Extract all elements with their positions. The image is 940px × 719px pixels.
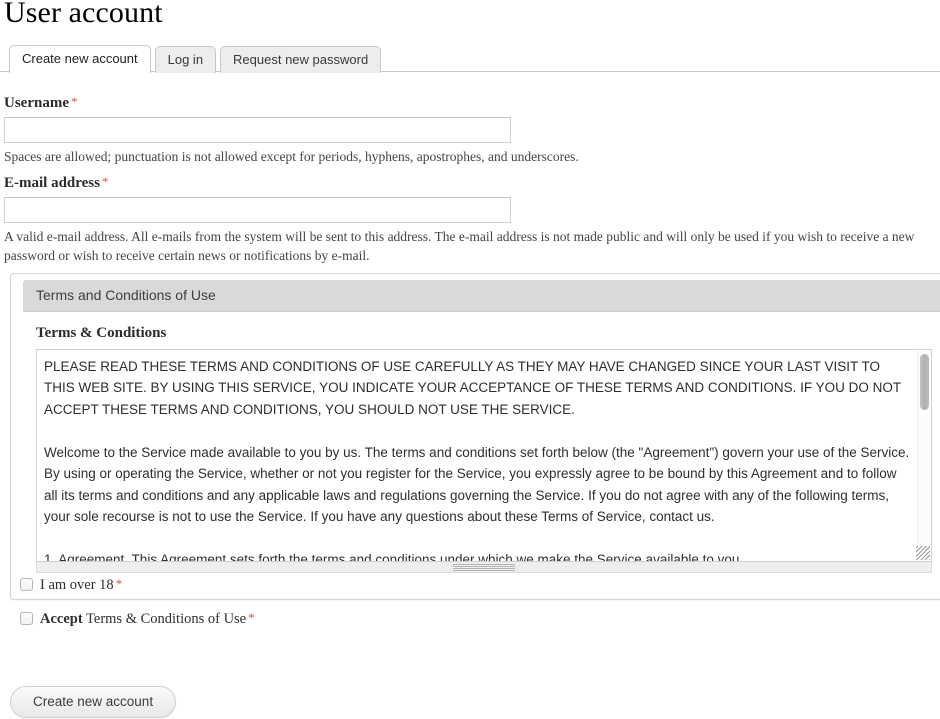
- accept-terms-checkbox-row: Accept Terms & Conditions of Use*: [20, 610, 255, 627]
- terms-textarea-scrollbar[interactable]: [917, 351, 930, 560]
- username-label: Username*: [4, 93, 579, 112]
- terms-textarea-wrapper: PLEASE READ THESE TERMS AND CONDITIONS O…: [36, 349, 932, 562]
- tab-item: Request new password: [220, 45, 385, 72]
- scrollbar-thumb[interactable]: [920, 354, 929, 410]
- terms-and-conditions-fieldset: Terms and Conditions of Use Terms & Cond…: [10, 273, 940, 600]
- terms-fieldset-legend: Terms and Conditions of Use: [23, 280, 940, 312]
- username-input[interactable]: [4, 117, 511, 143]
- page-title: User account: [0, 0, 163, 30]
- email-field-group: E-mail address* A valid e-mail address. …: [4, 173, 938, 265]
- accept-terms-label-bold: Accept: [40, 611, 83, 627]
- grippie-lines-icon: [453, 564, 515, 571]
- over-18-checkbox[interactable]: [20, 578, 33, 591]
- over-18-checkbox-row: I am over 18*: [20, 576, 122, 593]
- tab-log-in[interactable]: Log in: [155, 46, 216, 73]
- user-account-page: User account Create new account Log in R…: [0, 0, 940, 719]
- email-description: A valid e-mail address. All e-mails from…: [4, 227, 938, 265]
- over-18-label: I am over 18*: [40, 576, 122, 593]
- account-tabs: Create new account Log in Request new pa…: [0, 44, 940, 72]
- accept-terms-label: Accept Terms & Conditions of Use*: [40, 610, 255, 627]
- tab-item: Log in: [155, 45, 220, 72]
- email-label: E-mail address*: [4, 173, 938, 192]
- resize-grip-icon[interactable]: [916, 546, 930, 560]
- tab-list: Create new account Log in Request new pa…: [9, 44, 940, 72]
- tab-request-new-password[interactable]: Request new password: [220, 46, 381, 73]
- required-marker: *: [116, 576, 123, 591]
- terms-fieldset-body: Terms & Conditions PLEASE READ THESE TER…: [23, 312, 940, 589]
- required-marker: *: [248, 610, 255, 625]
- required-marker: *: [71, 94, 78, 109]
- tab-item: Create new account: [9, 44, 155, 72]
- username-description: Spaces are allowed; punctuation is not a…: [4, 147, 579, 166]
- tab-create-new-account[interactable]: Create new account: [9, 45, 151, 73]
- username-field-group: Username* Spaces are allowed; punctuatio…: [4, 93, 579, 166]
- terms-heading: Terms & Conditions: [36, 324, 932, 342]
- create-new-account-button[interactable]: Create new account: [10, 686, 176, 718]
- email-input[interactable]: [4, 197, 511, 223]
- textarea-grippie-handle[interactable]: [36, 562, 932, 573]
- terms-textarea[interactable]: PLEASE READ THESE TERMS AND CONDITIONS O…: [37, 350, 932, 561]
- required-marker: *: [102, 174, 109, 189]
- accept-terms-checkbox[interactable]: [20, 612, 33, 625]
